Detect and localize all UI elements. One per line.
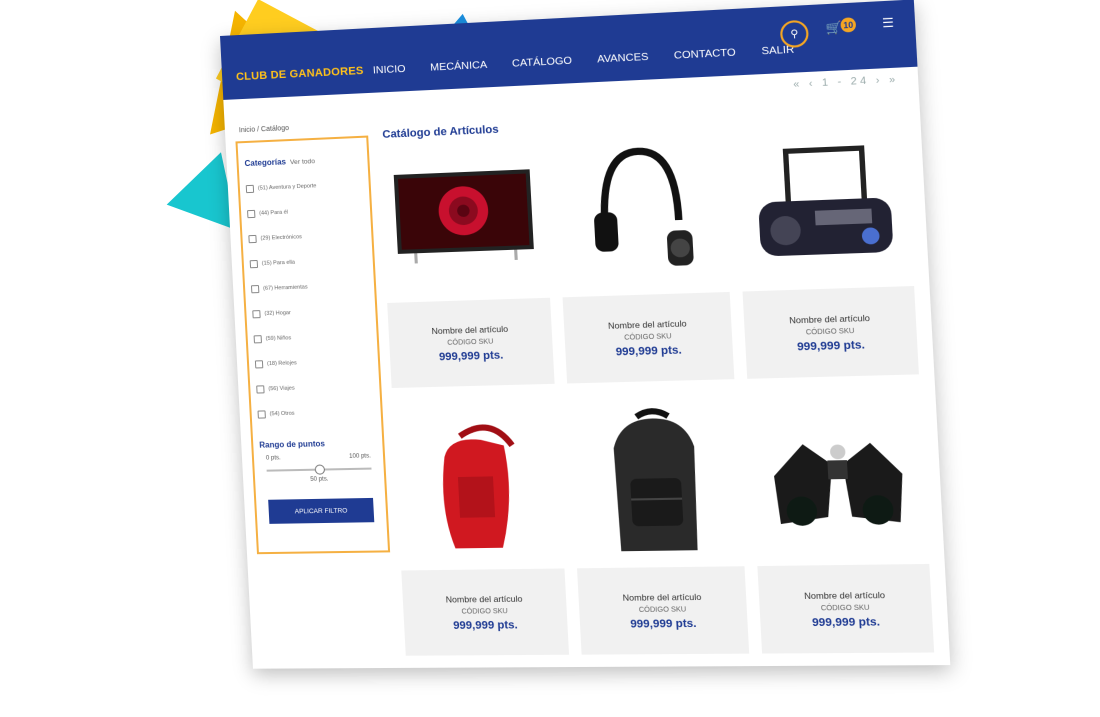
category-label: (56) Viajes (268, 385, 295, 393)
category-item[interactable]: (29) Electrónicos (248, 231, 365, 244)
apply-filter-button[interactable]: APLICAR FILTRO (268, 497, 375, 524)
search-icon: ⚲ (790, 28, 799, 40)
category-checkbox[interactable] (250, 285, 260, 294)
browser-window: CLUB DE GANADORES INICIO MECÁNICA CATÁLO… (220, 0, 951, 669)
range-min: 0 pts. (265, 455, 281, 462)
category-item[interactable]: (59) Niños (253, 332, 371, 344)
range-max: 100 pts. (349, 453, 371, 460)
category-checkbox[interactable] (247, 209, 256, 219)
product-info: Nombre del artículo CÓDIGO SKU 999,999 pts… (562, 291, 735, 384)
tv-icon[interactable] (379, 138, 550, 297)
category-checkbox[interactable] (253, 335, 262, 344)
nav-catalogo[interactable]: CATÁLOGO (512, 54, 573, 69)
points-slider[interactable] (266, 464, 372, 476)
product-name[interactable]: Nombre del artículo (759, 589, 932, 601)
product-info: Nombre del artículo CÓDIGO SKU 999,999 pts… (757, 563, 935, 654)
product-price: 999,999 pts. (811, 615, 881, 629)
slider-handle[interactable] (314, 464, 326, 475)
product-info: Nombre del artículo CÓDIGO SKU 999,999 pts… (742, 285, 919, 379)
settings-menu-icon[interactable]: ☰ (882, 15, 895, 30)
product-name[interactable]: Nombre del artículo (403, 593, 567, 605)
view-all-link[interactable]: Ver todo (290, 158, 315, 166)
category-list: (51) Aventura y Deporte (44) Para él (29) … (245, 180, 375, 419)
brand-logo[interactable]: CLUB DE GANADORES (236, 65, 364, 83)
main-nav: INICIO MECÁNICA CATÁLOGO AVANCES CONTACT… (373, 43, 795, 76)
points-range-title: Rango de puntos (259, 439, 326, 450)
pagination[interactable]: « ‹ 1 - 24 › » (793, 74, 899, 90)
product-card[interactable]: Nombre del artículo CÓDIGO SKU 999,999 pts… (568, 404, 750, 665)
product-price: 999,999 pts. (452, 618, 518, 632)
category-label: (18) Relojes (266, 360, 297, 368)
category-label: (67) Herramientas (262, 284, 308, 292)
product-name[interactable]: Nombre del artículo (564, 316, 732, 331)
category-checkbox[interactable] (249, 259, 259, 269)
product-sku: CÓDIGO SKU (461, 607, 508, 616)
product-price: 999,999 pts. (615, 343, 683, 358)
category-checkbox[interactable] (256, 385, 265, 394)
product-card[interactable]: Nombre del artículo CÓDIGO SKU 999,999 pts… (379, 138, 555, 398)
filters-panel: Categorías Ver todo (51) Aventura y Depor… (235, 135, 391, 555)
category-checkbox[interactable] (254, 360, 264, 369)
product-name[interactable]: Nombre del artículo (578, 591, 746, 603)
product-sku: CÓDIGO SKU (805, 327, 855, 336)
cart-icon[interactable]: 🛒 (825, 20, 842, 35)
backpack-icon[interactable] (568, 404, 744, 562)
category-item[interactable]: (18) Relojes (254, 357, 372, 369)
category-label: (51) Aventura y Deporte (257, 183, 317, 192)
sling-bag-icon[interactable] (393, 408, 564, 564)
category-item[interactable]: (67) Herramientas (250, 281, 368, 294)
category-item[interactable]: (54) Otros (257, 408, 375, 419)
category-item[interactable]: (56) Viajes (256, 382, 373, 394)
product-card[interactable]: Nombre del artículo CÓDIGO SKU 999,999 pts… (734, 122, 920, 389)
product-sku: CÓDIGO SKU (447, 337, 494, 347)
category-checkbox[interactable] (248, 234, 257, 244)
radio-icon[interactable] (734, 122, 914, 285)
product-price: 999,999 pts. (438, 348, 504, 363)
product-price: 999,999 pts. (629, 617, 697, 631)
category-item[interactable]: (44) Para él (247, 206, 364, 219)
nav-mecanica[interactable]: MECÁNICA (430, 59, 488, 74)
category-checkbox[interactable] (245, 184, 255, 194)
product-sku: CÓDIGO SKU (820, 604, 870, 612)
product-sku: CÓDIGO SKU (624, 332, 672, 342)
breadcrumb[interactable]: Inicio / Catálogo (239, 125, 290, 134)
category-label: (59) Niños (265, 335, 292, 343)
category-label: (32) Hogar (264, 310, 291, 317)
binoculars-icon[interactable] (749, 400, 929, 560)
product-card[interactable]: Nombre del artículo CÓDIGO SKU 999,999 pts… (393, 408, 570, 665)
catalog-title: Catálogo de Artículos (382, 123, 499, 141)
headphones-icon[interactable] (554, 130, 729, 291)
nav-contacto[interactable]: CONTACTO (674, 46, 736, 61)
category-label: (54) Otros (269, 410, 295, 418)
cart-count-badge: 10 (840, 17, 857, 33)
product-name[interactable]: Nombre del artículo (388, 322, 551, 337)
product-info: Nombre del artículo CÓDIGO SKU 999,999 pts… (401, 568, 570, 656)
search-button[interactable]: ⚲ (779, 19, 810, 49)
category-checkbox[interactable] (257, 410, 266, 419)
product-price: 999,999 pts. (796, 338, 866, 353)
categories-header: Categorías Ver todo (244, 154, 361, 168)
range-value: 50 pts. (310, 476, 329, 483)
category-item[interactable]: (51) Aventura y Deporte (245, 180, 363, 194)
nav-avances[interactable]: AVANCES (597, 51, 649, 66)
category-item[interactable]: (32) Hogar (252, 307, 369, 319)
product-info: Nombre del artículo CÓDIGO SKU 999,999 pts… (387, 297, 555, 389)
category-checkbox[interactable] (252, 310, 261, 319)
cyan-triangle-decoration (158, 152, 238, 244)
product-card[interactable]: Nombre del artículo CÓDIGO SKU 999,999 pts… (749, 400, 935, 664)
product-sku: CÓDIGO SKU (638, 605, 687, 614)
category-label: (44) Para él (259, 209, 289, 217)
product-info: Nombre del artículo CÓDIGO SKU 999,999 pts… (577, 566, 750, 655)
category-item[interactable]: (15) Para ella (249, 256, 367, 269)
category-label: (15) Para ella (261, 259, 296, 267)
product-grid: Nombre del artículo CÓDIGO SKU 999,999 pts… (379, 122, 937, 666)
category-label: (29) Electrónicos (260, 234, 303, 242)
product-card[interactable]: Nombre del artículo CÓDIGO SKU 999,999 pts… (554, 130, 735, 394)
range-labels: 0 pts. 100 pts. (260, 453, 377, 461)
product-name[interactable]: Nombre del artículo (744, 311, 916, 327)
categories-label: Categorías (244, 157, 287, 169)
nav-inicio[interactable]: INICIO (373, 63, 406, 77)
